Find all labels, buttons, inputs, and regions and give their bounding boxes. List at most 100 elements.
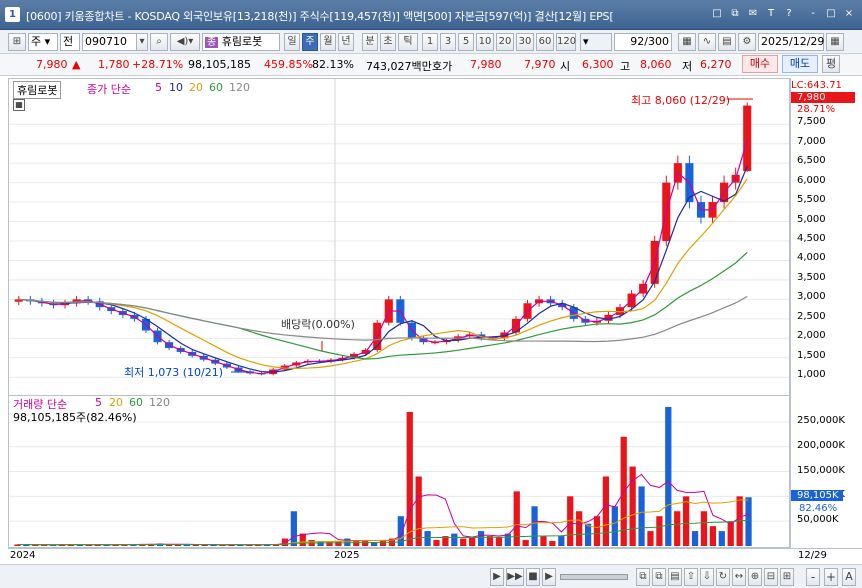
save-icon[interactable]: ▤ (718, 33, 736, 51)
volume-bar (727, 521, 734, 546)
volume-bar (674, 511, 681, 546)
maximize-icon[interactable]: □ (824, 7, 838, 21)
window-icon-2[interactable]: ⧉ (728, 7, 742, 21)
search-icon[interactable]: ⌕ (150, 33, 168, 51)
ma60-label: 60 (209, 81, 223, 94)
view-icon-7[interactable]: ↔ (732, 568, 746, 586)
interval-1[interactable]: 1 (422, 33, 438, 51)
view-icon-1[interactable]: ⧉ (636, 568, 650, 586)
auto-scale-button[interactable]: A (842, 568, 856, 586)
view-icon-9[interactable]: ⊟ (764, 568, 778, 586)
price-chart-svg[interactable] (9, 79, 789, 395)
zoom-in-button[interactable]: + (824, 568, 838, 586)
stop-icon[interactable]: ■ (526, 568, 540, 586)
trade-amount: 743,027백만 (366, 60, 432, 73)
ma120-label: 120 (229, 81, 250, 94)
volume-tag: 98,105K (791, 490, 843, 501)
period-select[interactable]: 주 ▾ (28, 33, 58, 51)
stock-badge: 종 (205, 37, 219, 48)
stock-name-field[interactable]: 종 휴림로봇 (202, 33, 280, 51)
pct-tag: 28.71% (797, 104, 836, 115)
indicator-icon[interactable]: ∿ (698, 33, 716, 51)
price-chart-panel[interactable]: 휴림로봇 종가 단순 5 10 20 60 120 ▦ 최고 8,060 (12… (8, 78, 790, 396)
price-tick-label: 2,000 (797, 330, 826, 342)
play-icon[interactable]: ▶ (542, 568, 556, 586)
view-icon-6[interactable]: ↻ (716, 568, 730, 586)
quote-info-bar: 7,980 ▲ 1,780 +28.71% 98,105,185 459.85%… (0, 54, 862, 76)
mail-icon[interactable]: ✉ (746, 7, 760, 21)
tf-month[interactable]: 월 (320, 33, 336, 51)
volume-bar (611, 506, 618, 546)
view-icon-10[interactable]: ⊞ (780, 568, 794, 586)
interval-30[interactable]: 30 (516, 33, 534, 51)
link-icon[interactable]: ⊞ (8, 33, 26, 51)
ask-price: 7,980 (470, 58, 502, 71)
vol-ma120-label: 120 (149, 396, 170, 409)
close-icon[interactable]: × (842, 7, 856, 21)
volume-bar (433, 540, 440, 546)
tf-day[interactable]: 일 (284, 33, 300, 51)
view-icon-8[interactable]: ⊕ (748, 568, 762, 586)
lc-label: LC:643.71 (791, 80, 842, 91)
prev-select[interactable]: 전 (60, 33, 80, 51)
interval-5[interactable]: 5 (458, 33, 474, 51)
calendar-icon[interactable]: ▦ (826, 33, 844, 51)
volume-chart-panel[interactable]: 거래량 단순 5 20 60 120 98,105,185주(82.46%) (8, 396, 790, 548)
help-icon[interactable]: ? (782, 7, 796, 21)
buy-button[interactable]: 매수 (742, 55, 778, 73)
scroll-right-icon[interactable]: ▶ (490, 568, 504, 586)
interval-120[interactable]: 120 (556, 33, 576, 51)
gear-icon[interactable]: ⚙ (738, 33, 756, 51)
x-label-2025: 2025 (334, 550, 360, 561)
volume-bar (460, 538, 467, 546)
window-icon-1[interactable]: □ (710, 7, 724, 21)
volume-bar (540, 536, 547, 546)
volume-ratio: 459.85% (264, 58, 313, 71)
price-tick-label: 3,000 (797, 291, 826, 303)
tf-year[interactable]: 년 (338, 33, 354, 51)
view-icon-4[interactable]: ⇧ (684, 568, 698, 586)
window-title: [0600] 키움종합차트 - KOSDAQ 외국인보유[13,218(천)] … (26, 10, 614, 23)
high-annotation: 최고 8,060 (12/29) (631, 94, 731, 107)
interval-20[interactable]: 20 (496, 33, 514, 51)
volume-bar (424, 531, 431, 546)
code-dropdown-icon[interactable]: ▾ (136, 33, 148, 51)
toolbar: ⊞ 주 ▾ 전 090710 ▾ ⌕ ◀)▾ 종 휴림로봇 일 주 월 년 분 … (0, 30, 862, 54)
title-bar: 1 [0600] 키움종합차트 - KOSDAQ 외국인보유[13,218(천)… (0, 0, 862, 30)
tf-tick[interactable]: 틱 (398, 33, 418, 51)
price-tick-label: 7,000 (797, 135, 826, 147)
price-tick-label: 4,500 (797, 233, 826, 244)
interval-10[interactable]: 10 (476, 33, 494, 51)
tf-second[interactable]: 초 (380, 33, 396, 51)
zoom-out-button[interactable]: - (806, 568, 820, 586)
minimize-icon[interactable]: - (806, 7, 820, 21)
speaker-icon[interactable]: ◀)▾ (170, 33, 200, 51)
interval-3[interactable]: 3 (440, 33, 456, 51)
volume-bar (192, 545, 199, 546)
scroll-end-icon[interactable]: ▶▶ (506, 568, 524, 586)
view-icon-2[interactable]: ⧉ (652, 568, 666, 586)
vol-ma20-label: 20 (109, 396, 123, 409)
low-label: 저 (682, 60, 693, 73)
tf-week[interactable]: 주 (302, 33, 318, 51)
sell-button[interactable]: 매도 (782, 55, 818, 73)
volume-bar (718, 531, 725, 546)
interval-60[interactable]: 60 (536, 33, 554, 51)
date-input[interactable]: 2025/12/29 (758, 33, 824, 51)
grid-toggle-icon[interactable]: ▦ (13, 99, 25, 111)
tf-minute[interactable]: 분 (362, 33, 378, 51)
count-input[interactable]: 92/300 (614, 33, 672, 51)
view-icon-3[interactable]: ▤ (668, 568, 682, 586)
view-icon-5[interactable]: ⇩ (700, 568, 714, 586)
text-icon[interactable]: T (764, 7, 778, 21)
volume-bar (576, 511, 583, 546)
zoom-slider[interactable] (560, 574, 628, 580)
ma20-line (18, 178, 748, 370)
volume-bar (683, 496, 690, 546)
bottom-bar: ▶ ▶▶ ■ ▶ ⧉ ⧉ ▤ ⇧ ⇩ ↻ ↔ ⊕ ⊟ ⊞ - + A (0, 564, 862, 588)
volume-bar (495, 537, 503, 546)
interval-input[interactable]: ▾ (580, 33, 612, 51)
eval-button[interactable]: 평 (822, 55, 840, 73)
low-value: 6,270 (700, 58, 732, 71)
chart-tool-icon[interactable]: ▦ (678, 33, 696, 51)
